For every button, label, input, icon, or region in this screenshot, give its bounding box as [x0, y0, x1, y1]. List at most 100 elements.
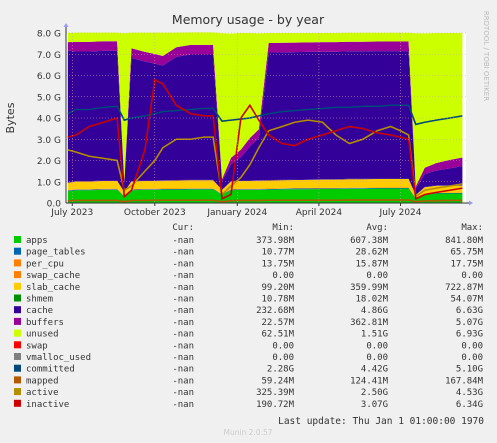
- y-tick-label: 4.0 G: [37, 115, 61, 125]
- legend-max-unused: 6.93G: [456, 330, 483, 340]
- legend-cur-active: -nan: [172, 388, 194, 398]
- legend-max-swap_cache: 0.00: [461, 271, 483, 281]
- y-axis-label: Bytes: [4, 102, 17, 133]
- legend-max-buffers: 5.07G: [456, 318, 483, 328]
- memory-usage-chart: Memory usage - by year Bytes RRDTOOL / T…: [0, 0, 497, 443]
- legend-min-apps: 373.98M: [256, 236, 295, 246]
- legend-min-vmalloc_used: 0.00: [272, 353, 294, 363]
- legend-avg-buffers: 362.81M: [350, 318, 389, 328]
- legend-avg-mapped: 124.41M: [350, 376, 389, 386]
- legend-max-inactive: 6.34G: [456, 400, 483, 410]
- legend-min-per_cpu: 13.75M: [261, 259, 294, 269]
- legend-min-mapped: 59.24M: [261, 376, 294, 386]
- legend-max-swap: 0.00: [461, 341, 483, 351]
- y-tick-label: 8.0 G: [37, 30, 61, 40]
- x-tick-label: July 2024: [379, 208, 422, 218]
- legend-header-avg: Avg:: [366, 223, 388, 233]
- legend-min-unused: 62.51M: [261, 330, 294, 340]
- legend-avg-unused: 1.51G: [361, 330, 388, 340]
- legend-swatch-mapped: [14, 376, 21, 384]
- legend-avg-shmem: 18.02M: [355, 295, 388, 305]
- legend-cur-apps: -nan: [172, 236, 194, 246]
- legend-swatch-page_tables: [14, 247, 21, 255]
- legend-label-swap: swap: [26, 341, 48, 351]
- legend-label-apps: apps: [26, 236, 48, 246]
- legend-max-shmem: 54.07M: [450, 295, 483, 305]
- legend-min-active: 325.39M: [256, 388, 295, 398]
- legend-max-page_tables: 65.75M: [450, 248, 483, 258]
- legend-cur-page_tables: -nan: [172, 248, 194, 258]
- legend-max-vmalloc_used: 0.00: [461, 353, 483, 363]
- legend-max-active: 4.53G: [456, 388, 483, 398]
- legend-max-committed: 5.10G: [456, 365, 483, 375]
- legend-swatch-buffers: [14, 317, 21, 325]
- legend-cur-slab_cache: -nan: [172, 283, 194, 293]
- y-tick-label: 5.0 G: [37, 93, 61, 103]
- y-tick-label: 6.0 G: [37, 72, 61, 82]
- legend-cur-inactive: -nan: [172, 400, 194, 410]
- legend-avg-active: 2.50G: [361, 388, 388, 398]
- legend-label-unused: unused: [26, 330, 59, 340]
- x-tick-label: April 2024: [296, 208, 343, 218]
- legend-avg-vmalloc_used: 0.00: [366, 353, 388, 363]
- legend-label-shmem: shmem: [26, 295, 53, 305]
- legend-label-buffers: buffers: [26, 318, 64, 328]
- legend-header-cur: Cur:: [172, 223, 194, 233]
- legend-swatch-unused: [14, 329, 21, 337]
- x-tick-label: July 2023: [50, 208, 93, 218]
- legend-avg-per_cpu: 15.87M: [355, 259, 388, 269]
- legend-label-page_tables: page_tables: [26, 248, 86, 258]
- y-tick-label: 1.0 G: [37, 178, 61, 188]
- y-tick-label: 2.0 G: [37, 157, 61, 167]
- legend-swatch-swap: [14, 341, 21, 349]
- legend-label-per_cpu: per_cpu: [26, 259, 64, 269]
- legend-min-page_tables: 10.77M: [261, 248, 294, 258]
- legend-header-min: Min:: [272, 223, 294, 233]
- legend-swatch-vmalloc_used: [14, 353, 21, 360]
- legend-cur-swap_cache: -nan: [172, 271, 194, 281]
- legend-cur-per_cpu: -nan: [172, 259, 194, 269]
- legend-avg-apps: 607.38M: [350, 236, 389, 246]
- footer-label: Munin 2.0.57: [223, 428, 272, 437]
- legend-avg-slab_cache: 359.99M: [350, 283, 389, 293]
- legend-cur-swap: -nan: [172, 341, 194, 351]
- legend-label-swap_cache: swap_cache: [26, 271, 80, 281]
- legend-max-per_cpu: 17.75M: [450, 259, 483, 269]
- legend-cur-committed: -nan: [172, 365, 194, 375]
- legend-label-committed: committed: [26, 365, 75, 375]
- legend-cur-unused: -nan: [172, 330, 194, 340]
- legend-max-mapped: 167.84M: [445, 376, 484, 386]
- legend-swatch-active: [14, 388, 21, 396]
- legend-avg-committed: 4.42G: [361, 365, 388, 375]
- legend-cur-vmalloc_used: -nan: [172, 353, 194, 363]
- legend-avg-inactive: 3.07G: [361, 400, 388, 410]
- legend-label-active: active: [26, 388, 59, 398]
- legend-min-cache: 232.68M: [256, 306, 295, 316]
- legend-min-inactive: 190.72M: [256, 400, 295, 410]
- legend-min-swap: 0.00: [272, 341, 294, 351]
- legend-min-slab_cache: 99.20M: [261, 283, 294, 293]
- legend-avg-page_tables: 28.62M: [355, 248, 388, 258]
- legend-label-inactive: inactive: [26, 400, 69, 410]
- legend-cur-cache: -nan: [172, 306, 194, 316]
- legend-swatch-shmem: [14, 294, 21, 302]
- legend-swatch-apps: [14, 236, 21, 243]
- legend-min-buffers: 22.57M: [261, 318, 294, 328]
- x-tick-label: January 2024: [206, 208, 267, 218]
- legend-label-slab_cache: slab_cache: [26, 283, 80, 293]
- legend-swatch-per_cpu: [14, 259, 21, 267]
- legend-cur-shmem: -nan: [172, 295, 194, 305]
- legend-cur-mapped: -nan: [172, 376, 194, 386]
- legend-swatch-slab_cache: [14, 282, 21, 290]
- last-update: Last update: Thu Jan 1 01:00:00 1970: [278, 416, 484, 427]
- y-tick-label: 3.0 G: [37, 136, 61, 146]
- legend-max-slab_cache: 722.87M: [445, 283, 484, 293]
- legend-header-max: Max:: [461, 223, 483, 233]
- y-tick-label: 7.0 G: [37, 51, 61, 61]
- legend-swatch-cache: [14, 306, 21, 314]
- legend-min-committed: 2.28G: [267, 365, 294, 375]
- legend-min-shmem: 10.78M: [261, 295, 294, 305]
- legend-min-swap_cache: 0.00: [272, 271, 294, 281]
- legend-label-vmalloc_used: vmalloc_used: [26, 353, 91, 363]
- legend-avg-swap_cache: 0.00: [366, 271, 388, 281]
